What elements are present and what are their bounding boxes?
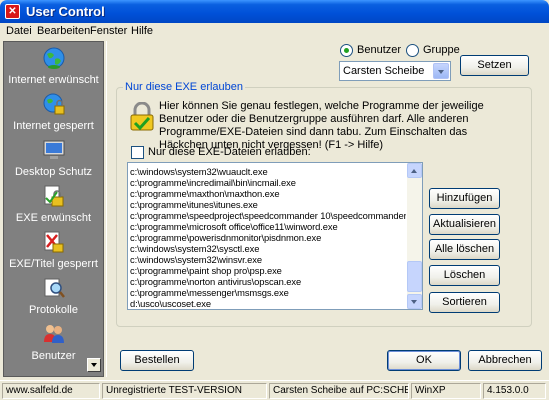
exe-lock-icon	[44, 185, 64, 207]
globe-icon	[43, 47, 65, 69]
exe-file-list-rows: c:\windows\system32\wuauclt.exe c:\progra…	[130, 166, 406, 309]
radio-selected-dot	[344, 48, 349, 53]
info-text: Hier können Sie genau festlegen, welche …	[159, 100, 484, 151]
delete-all-button[interactable]: Alle löschen	[429, 239, 500, 260]
sort-button[interactable]: Sortieren	[429, 292, 500, 313]
users-icon	[44, 325, 64, 343]
order-button[interactable]: Bestellen	[120, 350, 194, 371]
radio-user[interactable]	[340, 44, 353, 57]
chevron-down-icon	[438, 70, 444, 74]
main-panel: Benutzer Gruppe Carsten Scheibe Setzen N…	[106, 41, 547, 377]
cancel-button[interactable]: Abbrechen	[468, 350, 542, 371]
list-item[interactable]: c:\programme\incredimail\bin\incmail.exe	[130, 177, 406, 188]
scroll-thumb[interactable]	[407, 261, 422, 292]
menu-bearbeiten[interactable]: Bearbeiten	[37, 25, 90, 37]
list-item[interactable]: c:\windows\system32\sysctl.exe	[130, 243, 406, 254]
menu-datei[interactable]: Datei	[6, 25, 32, 37]
exe-blocked-icon	[44, 231, 64, 253]
list-item[interactable]: c:\programme\speedproject\speedcommander…	[130, 210, 406, 221]
user-select-value: Carsten Scheibe	[343, 65, 425, 77]
list-item[interactable]: c:\programme\itunes\itunes.exe	[130, 199, 406, 210]
sidebar-item-internet-allowed[interactable]: Internet erwünscht	[4, 44, 103, 90]
globe-lock-icon	[43, 93, 65, 115]
radio-group[interactable]	[406, 44, 419, 57]
status-version: 4.153.0.0	[483, 383, 546, 399]
menu-fenster[interactable]: Fenster	[90, 25, 127, 37]
sidebar-item-label: EXE erwünscht	[15, 212, 92, 224]
radio-group-label: Gruppe	[423, 44, 460, 56]
list-item[interactable]: c:\programme\maxthon\maxthon.exe	[130, 188, 406, 199]
chevron-down-icon	[91, 363, 97, 367]
list-item[interactable]: c:\windows\system32\wuauclt.exe	[130, 166, 406, 177]
sidebar-item-label: EXE/Titel gesperrt	[9, 258, 98, 270]
exe-file-list[interactable]: c:\windows\system32\wuauclt.exe c:\progra…	[127, 162, 423, 310]
chevron-up-icon	[411, 169, 417, 173]
sidebar-item-label: Protokolle	[29, 304, 78, 316]
user-select[interactable]: Carsten Scheibe	[339, 61, 451, 81]
sidebar-item-exe-title-blocked[interactable]: EXE/Titel gesperrt	[4, 228, 103, 274]
monitor-icon	[43, 140, 65, 159]
status-bar: www.salfeld.de Unregistrierte TEST-VERSI…	[0, 380, 549, 400]
chevron-down-icon	[411, 300, 417, 304]
sidebar-item-exe-allowed[interactable]: EXE erwünscht	[4, 182, 103, 228]
add-button[interactable]: Hinzufügen	[429, 188, 500, 209]
status-website: www.salfeld.de	[2, 383, 100, 399]
app-icon: ✕	[5, 4, 20, 19]
list-item[interactable]: c:\programme\paint shop pro\psp.exe	[130, 265, 406, 276]
refresh-button[interactable]: Aktualisieren	[429, 214, 500, 235]
sidebar-item-logs[interactable]: Protokolle	[4, 274, 103, 320]
magnifier-icon	[44, 278, 65, 298]
scroll-down-button[interactable]	[407, 294, 422, 309]
dropdown-button[interactable]	[433, 63, 449, 79]
sidebar-item-internet-blocked[interactable]: Internet gesperrt	[4, 90, 103, 136]
list-scrollbar[interactable]	[407, 163, 422, 309]
list-item[interactable]: c:\programme\powerisdnmonitor\pisdnmon.e…	[130, 232, 406, 243]
radio-user-label: Benutzer	[357, 44, 402, 56]
sidebar-item-label: Internet gesperrt	[13, 120, 94, 132]
only-exe-checkbox[interactable]	[131, 146, 144, 159]
lock-check-icon	[130, 102, 154, 131]
sidebar: Internet erwünscht Internet gesperrt Des…	[3, 41, 104, 377]
status-user-pc: Carsten Scheibe auf PC:SCHEIBI	[269, 383, 409, 399]
list-item[interactable]: c:\windows\system32\winsvr.exe	[130, 254, 406, 265]
list-item[interactable]: d:\usco\uscoset.exe	[130, 298, 406, 309]
only-exe-checkbox-label: Nur diese EXE-Dateien erlauben:	[148, 146, 311, 158]
delete-button[interactable]: Löschen	[429, 265, 500, 286]
title-bar[interactable]: ✕ User Control	[0, 0, 549, 23]
sidebar-scroll-down[interactable]	[87, 358, 101, 372]
menu-hilfe[interactable]: Hilfe	[131, 25, 153, 37]
window-title: User Control	[26, 4, 105, 19]
set-button[interactable]: Setzen	[460, 55, 529, 76]
sidebar-item-desktop-protection[interactable]: Desktop Schutz	[4, 136, 103, 182]
status-version-type: Unregistrierte TEST-VERSION	[102, 383, 267, 399]
list-item[interactable]: c:\programme\messenger\msmsgs.exe	[130, 287, 406, 298]
ok-button[interactable]: OK	[387, 350, 461, 371]
status-os: WinXP	[411, 383, 481, 399]
menu-bar: Datei Bearbeiten Fenster Hilfe	[0, 23, 549, 40]
sidebar-item-label: Internet erwünscht	[8, 74, 99, 86]
sidebar-item-label: Desktop Schutz	[14, 166, 93, 178]
list-item[interactable]: c:\programme\microsoft office\office11\w…	[130, 221, 406, 232]
group-legend: Nur diese EXE erlauben	[123, 81, 246, 93]
scroll-up-button[interactable]	[407, 163, 422, 178]
list-item[interactable]: c:\programme\norton antivirus\opscan.exe	[130, 276, 406, 287]
